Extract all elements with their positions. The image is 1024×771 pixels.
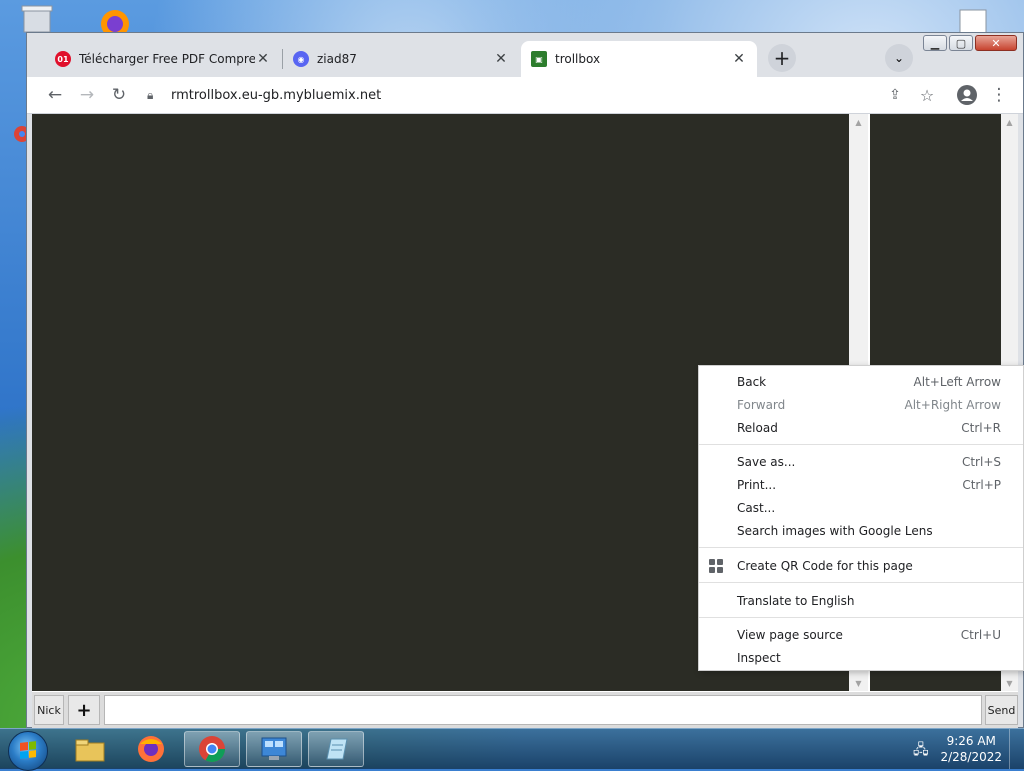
send-button[interactable]: Send <box>985 695 1018 725</box>
tab-title: ziad87 <box>317 52 357 66</box>
ctx-save-as[interactable]: Save as... Ctrl+S <box>699 450 1023 473</box>
clock-time: 9:26 AM <box>946 734 996 748</box>
network-icon[interactable]: 🖧︎ <box>913 739 929 763</box>
menu-button[interactable]: ⋮ <box>987 83 1011 107</box>
ctx-qr-code[interactable]: Create QR Code for this page <box>699 554 1023 577</box>
close-tab-icon[interactable]: ✕ <box>255 51 271 67</box>
chevron-down-icon: ⌄ <box>893 51 905 65</box>
chrome-desktop-icon[interactable] <box>12 120 26 190</box>
ctx-separator <box>699 547 1023 548</box>
ctx-separator <box>699 582 1023 583</box>
arrow-left-icon: ← <box>47 85 63 105</box>
share-icon: ⇪ <box>889 87 901 103</box>
taskbar-chrome[interactable] <box>184 731 240 767</box>
firefox-desktop-icon[interactable] <box>92 4 138 34</box>
taskbar: 🖧︎ 9:26 AM 2/28/2022 <box>0 728 1024 771</box>
url-text: rmtrollbox.eu-gb.mybluemix.net <box>171 87 382 103</box>
scroll-down-icon[interactable]: ▼ <box>849 675 868 691</box>
taskbar-explorer[interactable] <box>62 731 118 767</box>
bookmark-button[interactable]: ☆ <box>915 83 939 107</box>
show-desktop-button[interactable] <box>1009 729 1024 769</box>
ctx-reload[interactable]: Reload Ctrl+R <box>699 416 1023 439</box>
clock-date: 2/28/2022 <box>940 750 1002 764</box>
ctx-forward[interactable]: Forward Alt+Right Arrow <box>699 393 1023 416</box>
ctx-separator <box>699 617 1023 618</box>
profile-button[interactable] <box>955 83 979 107</box>
lock-icon: 🔒︎ <box>147 87 154 102</box>
ctx-cast[interactable]: Cast... <box>699 496 1023 519</box>
share-button[interactable]: ⇪ <box>883 83 907 107</box>
scroll-up-icon[interactable]: ▲ <box>849 114 868 130</box>
firefox-icon <box>138 736 164 762</box>
ctx-back[interactable]: Back Alt+Left Arrow <box>699 370 1023 393</box>
arrow-right-icon: → <box>79 85 95 105</box>
scroll-down-icon[interactable]: ▼ <box>1001 675 1018 691</box>
tab-title: trollbox <box>555 52 601 66</box>
ctx-inspect[interactable]: Inspect <box>699 646 1023 669</box>
nick-button[interactable]: Nick <box>34 695 64 725</box>
chat-input-bar: Nick + Send <box>32 692 1018 728</box>
browser-toolbar: ← → ↻ 🔒︎ rmtrollbox.eu-gb.mybluemix.net … <box>27 77 1023 114</box>
back-button[interactable]: ← <box>43 83 67 107</box>
forward-button[interactable]: → <box>75 83 99 107</box>
star-icon: ☆ <box>919 85 935 105</box>
reload-button[interactable]: ↻ <box>107 83 131 107</box>
window-controls: ▁ ▢ ✕ <box>923 35 1017 51</box>
maximize-button[interactable]: ▢ <box>949 35 973 51</box>
control-panel-icon <box>261 737 287 760</box>
document-desktop-icon[interactable] <box>956 8 992 34</box>
notepad-icon <box>326 738 348 760</box>
trollbox-icon: ▣ <box>531 51 547 67</box>
context-menu: Back Alt+Left Arrow Forward Alt+Right Ar… <box>698 365 1024 671</box>
chrome-icon <box>199 736 226 763</box>
close-tab-icon[interactable]: ✕ <box>731 51 747 67</box>
tab-trollbox[interactable]: ▣ trollbox ✕ <box>521 41 757 77</box>
minimize-button[interactable]: ▁ <box>923 35 947 51</box>
ctx-print[interactable]: Print... Ctrl+P <box>699 473 1023 496</box>
ctx-separator <box>699 444 1023 445</box>
system-clock[interactable]: 9:26 AM 2/28/2022 <box>940 733 1002 765</box>
taskbar-notepad[interactable] <box>308 731 364 767</box>
ctx-view-source[interactable]: View page source Ctrl+U <box>699 623 1023 646</box>
qr-code-icon <box>709 558 723 573</box>
close-tab-icon[interactable]: ✕ <box>493 51 509 67</box>
tab-search-button[interactable]: ⌄ <box>885 44 913 72</box>
taskbar-control-panel[interactable] <box>246 731 302 767</box>
kebab-menu-icon: ⋮ <box>990 85 1008 105</box>
start-button[interactable] <box>8 731 48 771</box>
plus-button[interactable]: + <box>68 695 100 725</box>
tab-strip: 01 Télécharger Free PDF Compressor ✕ ◉ z… <box>27 33 1023 77</box>
opera-icon: 01 <box>55 51 71 67</box>
ctx-translate[interactable]: Translate to English <box>699 589 1023 612</box>
windows-logo-icon <box>20 741 36 759</box>
reload-icon: ↻ <box>111 85 127 105</box>
discord-icon: ◉ <box>293 51 309 67</box>
tab-pdf-compressor[interactable]: 01 Télécharger Free PDF Compressor ✕ <box>45 41 281 77</box>
ctx-google-lens[interactable]: Search images with Google Lens <box>699 519 1023 542</box>
taskbar-firefox[interactable] <box>123 731 179 767</box>
tab-title: Télécharger Free PDF Compressor <box>79 52 255 66</box>
profile-icon <box>957 85 977 105</box>
plus-icon: + <box>773 46 791 70</box>
new-tab-button[interactable]: + <box>768 44 796 72</box>
recycle-bin-icon[interactable] <box>20 4 60 34</box>
address-bar[interactable]: 🔒︎ rmtrollbox.eu-gb.mybluemix.net <box>139 81 949 109</box>
scroll-up-icon[interactable]: ▲ <box>1001 114 1018 130</box>
close-window-button[interactable]: ✕ <box>975 35 1017 51</box>
message-input[interactable] <box>104 695 982 725</box>
explorer-icon <box>75 739 105 762</box>
tab-ziad87[interactable]: ◉ ziad87 ✕ <box>283 41 519 77</box>
